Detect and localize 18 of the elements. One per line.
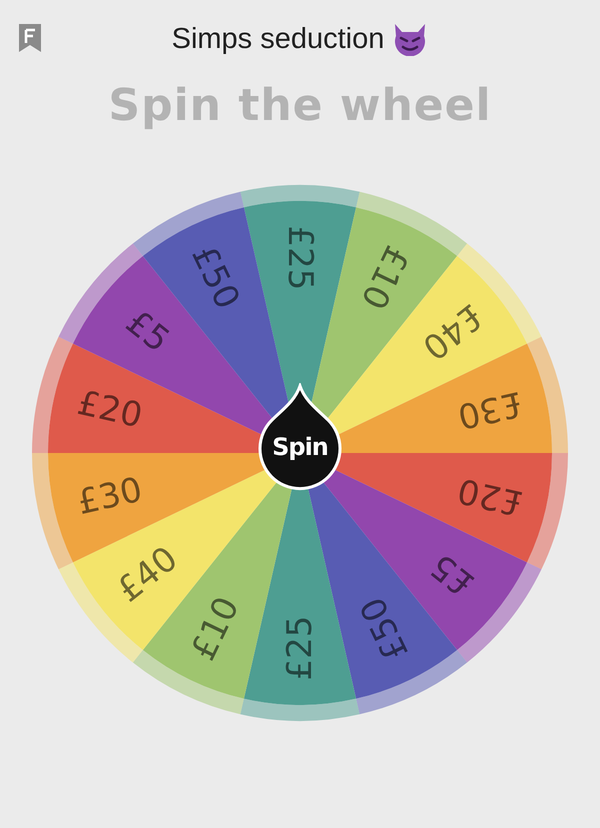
- prize-label: £30: [74, 470, 146, 524]
- prize-label: £40: [414, 296, 490, 368]
- prize-label: £10: [183, 590, 248, 667]
- prize-label: £20: [454, 470, 526, 524]
- spin-button[interactable]: Spin: [258, 383, 342, 491]
- prize-label: £20: [74, 382, 146, 436]
- prize-label: £10: [352, 239, 417, 316]
- prize-label: £25: [280, 616, 320, 680]
- prize-label: £50: [183, 239, 248, 316]
- prize-label: £40: [110, 538, 186, 610]
- prize-label: £25: [280, 226, 320, 290]
- page-title: Simps seduction: [172, 22, 384, 56]
- heading: Spin the wheel: [108, 80, 492, 131]
- prize-label: £50: [352, 590, 417, 667]
- prize-label: £5: [118, 302, 177, 361]
- prize-label: £30: [454, 382, 526, 436]
- prize-label: £5: [423, 545, 482, 604]
- bookmark-icon[interactable]: [17, 22, 43, 54]
